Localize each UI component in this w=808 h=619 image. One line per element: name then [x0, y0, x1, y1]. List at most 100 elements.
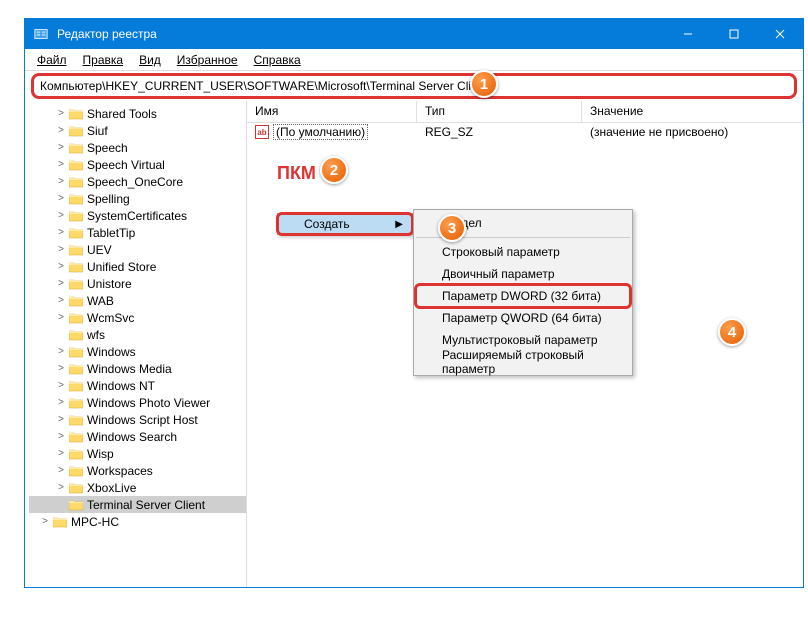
- tree-label: Windows NT: [87, 379, 155, 393]
- expand-icon[interactable]: >: [55, 346, 67, 357]
- expand-icon[interactable]: >: [55, 159, 67, 170]
- folder-icon: [69, 499, 83, 511]
- menu-file[interactable]: Файл: [29, 51, 75, 69]
- minimize-button[interactable]: [665, 19, 711, 49]
- expand-icon[interactable]: >: [55, 295, 67, 306]
- address-bar[interactable]: Компьютер\HKEY_CURRENT_USER\SOFTWARE\Mic…: [31, 73, 797, 99]
- expand-icon[interactable]: >: [55, 380, 67, 391]
- menu-view[interactable]: Вид: [131, 51, 169, 69]
- tree-node[interactable]: >MPC-HC: [29, 513, 246, 530]
- titlebar: Редактор реестра: [25, 19, 803, 49]
- step-badge-4: 4: [718, 318, 746, 346]
- expand-icon[interactable]: >: [39, 516, 51, 527]
- expand-icon[interactable]: >: [55, 414, 67, 425]
- submenu-dword[interactable]: Параметр DWORD (32 бита): [414, 283, 632, 309]
- close-button[interactable]: [757, 19, 803, 49]
- expand-icon[interactable]: >: [55, 125, 67, 136]
- tree-label: Unified Store: [87, 260, 156, 274]
- submenu-qword[interactable]: Параметр QWORD (64 бита): [414, 307, 632, 329]
- submenu-expand[interactable]: Расширяемый строковый параметр: [414, 351, 632, 373]
- tree-pane[interactable]: > Shared Tools>Siuf>Speech>Speech Virtual…: [25, 101, 247, 587]
- tree-label: Shared Tools: [87, 107, 157, 121]
- tree-node[interactable]: >Windows Search: [29, 428, 246, 445]
- tree-label: Windows Photo Viewer: [87, 396, 210, 410]
- tree-node[interactable]: >Siuf: [29, 122, 246, 139]
- tree-node[interactable]: > Shared Tools: [29, 105, 246, 122]
- tree-node[interactable]: >Speech: [29, 139, 246, 156]
- tree-node[interactable]: >Windows: [29, 343, 246, 360]
- step-badge-3: 3: [438, 214, 466, 242]
- expand-icon[interactable]: >: [55, 397, 67, 408]
- chevron-right-icon: ▶: [395, 219, 403, 230]
- expand-icon[interactable]: >: [55, 278, 67, 289]
- menu-edit[interactable]: Правка: [75, 51, 132, 69]
- tree-node[interactable]: > WAB: [29, 292, 246, 309]
- expand-icon[interactable]: >: [55, 312, 67, 323]
- window-title: Редактор реестра: [57, 27, 665, 41]
- expand-icon[interactable]: >: [55, 142, 67, 153]
- tree-label: Workspaces: [87, 464, 153, 478]
- folder-icon: [69, 261, 83, 273]
- tree-label: Terminal Server Client: [87, 498, 205, 512]
- tree-node[interactable]: >UEV: [29, 241, 246, 258]
- tree-node[interactable]: >Spelling: [29, 190, 246, 207]
- folder-icon: [69, 176, 83, 188]
- expand-icon[interactable]: >: [55, 193, 67, 204]
- expand-icon[interactable]: >: [55, 244, 67, 255]
- tree-node[interactable]: > Windows Photo Viewer: [29, 394, 246, 411]
- col-name[interactable]: Имя: [247, 101, 417, 122]
- submenu-string[interactable]: Строковый параметр: [414, 241, 632, 263]
- maximize-button[interactable]: [711, 19, 757, 49]
- expand-icon[interactable]: >: [55, 363, 67, 374]
- list-row[interactable]: ab (По умолчанию) REG_SZ (значение не пр…: [247, 123, 803, 141]
- folder-icon: [69, 193, 83, 205]
- folder-icon: [69, 227, 83, 239]
- tree-node[interactable]: Terminal Server Client: [29, 496, 246, 513]
- value-data: (значение не присвоено): [582, 125, 803, 139]
- tree-label: Unistore: [87, 277, 132, 291]
- col-value[interactable]: Значение: [582, 101, 803, 122]
- menu-favorites[interactable]: Избранное: [169, 51, 246, 69]
- expand-icon[interactable]: >: [55, 431, 67, 442]
- tree-node[interactable]: >Speech Virtual: [29, 156, 246, 173]
- tree-node[interactable]: > Workspaces: [29, 462, 246, 479]
- tree-label: TabletTip: [87, 226, 135, 240]
- menu-help[interactable]: Справка: [246, 51, 309, 69]
- annotation-pkm: ПКМ: [277, 163, 316, 184]
- tree-node[interactable]: > Speech_OneCore: [29, 173, 246, 190]
- tree-node[interactable]: >XboxLive: [29, 479, 246, 496]
- col-type[interactable]: Тип: [417, 101, 582, 122]
- tree-node[interactable]: >SystemCertificates: [29, 207, 246, 224]
- expand-icon[interactable]: >: [55, 227, 67, 238]
- tree-node[interactable]: > TabletTip: [29, 224, 246, 241]
- expand-icon[interactable]: >: [55, 465, 67, 476]
- list-header: Имя Тип Значение: [247, 101, 803, 123]
- tree-node[interactable]: > Windows NT: [29, 377, 246, 394]
- tree-node[interactable]: > Unistore: [29, 275, 246, 292]
- folder-icon: [69, 397, 83, 409]
- expand-icon[interactable]: >: [55, 210, 67, 221]
- expand-icon[interactable]: >: [55, 448, 67, 459]
- tree-label: Speech_OneCore: [87, 175, 183, 189]
- menubar: Файл Правка Вид Избранное Справка: [25, 49, 803, 71]
- tree-label: WAB: [87, 294, 114, 308]
- expand-icon[interactable]: >: [55, 261, 67, 272]
- expand-icon[interactable]: >: [55, 176, 67, 187]
- expand-icon[interactable]: >: [55, 108, 67, 119]
- tree-node[interactable]: wfs: [29, 326, 246, 343]
- folder-icon: [69, 278, 83, 290]
- string-value-icon: ab: [255, 125, 269, 139]
- expand-icon[interactable]: >: [55, 482, 67, 493]
- folder-icon: [69, 329, 83, 341]
- folder-icon: [69, 159, 83, 171]
- tree-node[interactable]: > Windows Script Host: [29, 411, 246, 428]
- submenu-binary[interactable]: Двоичный параметр: [414, 263, 632, 285]
- tree-node[interactable]: > Windows Media: [29, 360, 246, 377]
- tree-node[interactable]: >Wisp: [29, 445, 246, 462]
- folder-icon: [69, 414, 83, 426]
- tree-node[interactable]: >WcmSvc: [29, 309, 246, 326]
- tree-label: Windows Script Host: [87, 413, 198, 427]
- tree-node[interactable]: > Unified Store: [29, 258, 246, 275]
- tree-label: Windows Media: [87, 362, 172, 376]
- menu-item-create[interactable]: Создать ▶: [276, 212, 414, 236]
